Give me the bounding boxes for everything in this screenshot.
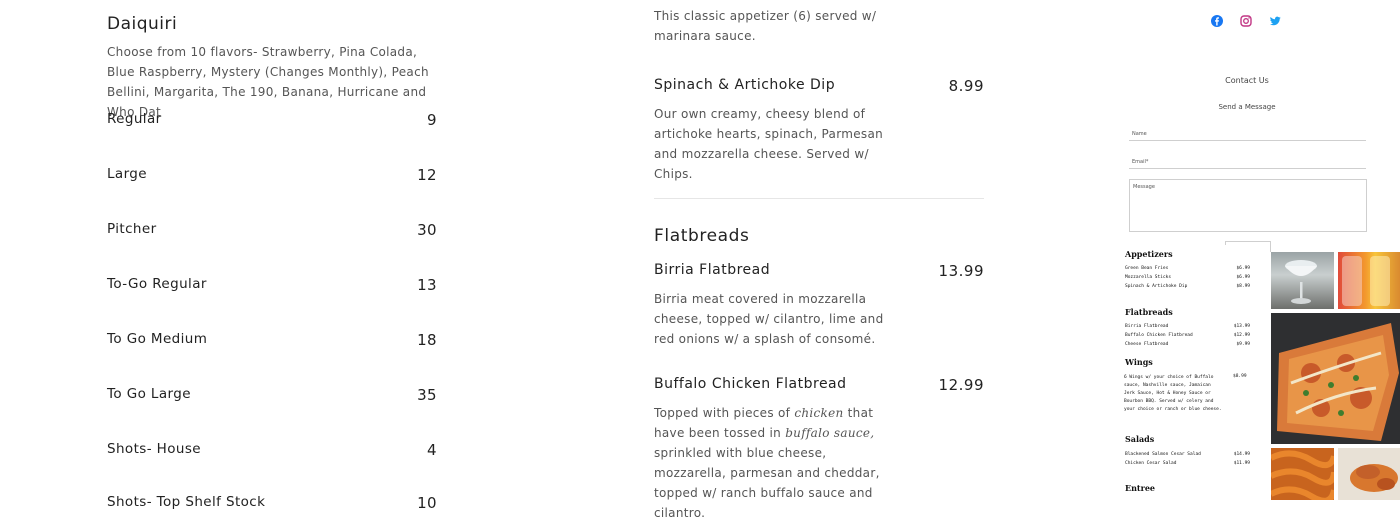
daiquiri-description: Choose from 10 flavors- Strawberry, Pina… bbox=[107, 45, 429, 119]
price-label: To Go Large bbox=[107, 386, 191, 402]
drink-glass-photo bbox=[1271, 252, 1334, 309]
send-message-title: Send a Message bbox=[1218, 103, 1276, 111]
price-label: Shots- Top Shelf Stock bbox=[107, 494, 266, 510]
menu-line: Green Bean Fries $6.99 bbox=[1125, 266, 1250, 271]
daiquiri-drinks-photo bbox=[1338, 252, 1400, 309]
price-value: 4 bbox=[427, 441, 437, 459]
menu-line: Spinach & Artichoke Dip $8.99 bbox=[1125, 284, 1250, 289]
price-value: 35 bbox=[417, 386, 437, 404]
item-name: Spinach & Artichoke Dip bbox=[654, 77, 836, 93]
menu-line-price: $8.99 bbox=[1236, 284, 1250, 289]
email-label: Email* bbox=[1132, 159, 1149, 165]
price-label: Shots- House bbox=[107, 441, 201, 457]
price-label: Large bbox=[107, 166, 147, 182]
item-name: Birria Flatbread bbox=[654, 262, 771, 278]
price-row: Shots- House 4 bbox=[107, 441, 437, 459]
daiquiri-section: Daiquiri Choose from 10 flavors- Strawbe… bbox=[107, 0, 437, 122]
desc-part: Topped with pieces of bbox=[654, 406, 795, 420]
menu-line-price: $12.99 bbox=[1233, 333, 1250, 338]
menu-heading: Entree bbox=[1125, 483, 1156, 493]
price-value: 13 bbox=[417, 276, 437, 294]
menu-line: Blackened Salmon Cesar Salad $14.99 bbox=[1125, 452, 1250, 457]
price-row: To-Go Regular 13 bbox=[107, 276, 437, 294]
section-divider bbox=[654, 198, 984, 199]
menu-line: Mozzarella Sticks $6.99 bbox=[1125, 275, 1250, 280]
price-row: Regular 9 bbox=[107, 111, 437, 129]
price-value: 10 bbox=[417, 494, 437, 512]
menu-line-name: Green Bean Fries bbox=[1125, 266, 1169, 271]
price-value: 12 bbox=[417, 166, 437, 184]
menu-line: Birria Flatbread $13.99 bbox=[1125, 324, 1250, 329]
menu-heading: Flatbreads bbox=[1125, 307, 1173, 317]
menu-line-price: $6.99 bbox=[1236, 275, 1250, 280]
fries-photo bbox=[1271, 448, 1334, 500]
menu-line: Cheese Flatbread $9.99 bbox=[1125, 342, 1250, 347]
menu-line-name: Spinach & Artichoke Dip bbox=[1125, 284, 1188, 289]
price-row: To Go Large 35 bbox=[107, 386, 437, 404]
item-price: 12.99 bbox=[938, 376, 984, 394]
price-row: To Go Medium 18 bbox=[107, 331, 437, 349]
social-links bbox=[1210, 13, 1282, 27]
menu-item-fragment: This classic appetizer (6) served w/ mar… bbox=[654, 6, 984, 46]
price-label: To Go Medium bbox=[107, 331, 208, 347]
menu-paragraph: 6 Wings w/ your choice of Buffalo sauce,… bbox=[1124, 375, 1222, 412]
menu-line-price: $8.99 bbox=[1233, 374, 1247, 379]
desc-part: sprinkled with blue cheese, mozzarella, … bbox=[654, 446, 880, 520]
menu-line-price: $6.99 bbox=[1236, 266, 1250, 271]
price-value: 30 bbox=[417, 221, 437, 239]
message-label: Message bbox=[1133, 184, 1155, 190]
menu-heading: Appetizers bbox=[1125, 249, 1173, 259]
name-label: Name bbox=[1132, 131, 1147, 137]
menu-line-name: Cheese Flatbread bbox=[1125, 342, 1169, 347]
menu-line: Chicken Cesar Salad $11.99 bbox=[1125, 461, 1250, 466]
message-field[interactable]: Message bbox=[1129, 179, 1367, 232]
price-row: Large 12 bbox=[107, 166, 437, 184]
flatbreads-heading: Flatbreads bbox=[654, 226, 750, 246]
price-label: Regular bbox=[107, 111, 162, 127]
menu-line-price: $11.99 bbox=[1233, 461, 1250, 466]
menu-line-price: $9.99 bbox=[1236, 342, 1250, 347]
desc-emphasis: buffalo sauce, bbox=[785, 426, 875, 440]
price-value: 9 bbox=[427, 111, 437, 129]
item-description: This classic appetizer (6) served w/ mar… bbox=[654, 9, 877, 43]
contact-title: Contact Us bbox=[1225, 76, 1269, 85]
item-price: 8.99 bbox=[948, 77, 984, 95]
price-row: Pitcher 30 bbox=[107, 221, 437, 239]
item-description: Birria meat covered in mozzarella cheese… bbox=[654, 292, 884, 346]
menu-item-spinach: Spinach & Artichoke Dip 8.99 Our own cre… bbox=[654, 77, 984, 184]
name-field[interactable] bbox=[1129, 140, 1366, 141]
item-description: Our own creamy, cheesy blend of artichok… bbox=[654, 107, 884, 181]
price-value: 18 bbox=[417, 331, 437, 349]
desc-emphasis: chicken bbox=[794, 406, 844, 420]
price-label: Pitcher bbox=[107, 221, 157, 237]
menu-heading: Wings bbox=[1125, 357, 1153, 367]
item-description: Topped with pieces of chicken that have … bbox=[654, 403, 894, 523]
menu-image: Appetizers Green Bean Fries $6.99 Mozzare… bbox=[1120, 245, 1270, 500]
item-name: Buffalo Chicken Flatbread bbox=[654, 376, 847, 392]
menu-line-name: Buffalo Chicken Flatbread bbox=[1125, 333, 1193, 338]
flatbread-photo bbox=[1271, 313, 1400, 444]
menu-heading: Salads bbox=[1125, 434, 1155, 444]
daiquiri-title: Daiquiri bbox=[107, 14, 178, 34]
menu-line-name: Chicken Cesar Salad bbox=[1125, 461, 1177, 466]
email-field[interactable] bbox=[1129, 168, 1366, 169]
price-row: Shots- Top Shelf Stock 10 bbox=[107, 494, 437, 512]
menu-line-price: $13.99 bbox=[1233, 324, 1250, 329]
facebook-icon[interactable] bbox=[1210, 13, 1224, 27]
menu-line-price: $14.99 bbox=[1233, 452, 1250, 457]
menu-item-birria: Birria Flatbread 13.99 Birria meat cover… bbox=[654, 262, 984, 349]
price-label: To-Go Regular bbox=[107, 276, 207, 292]
menu-line-name: Blackened Salmon Cesar Salad bbox=[1125, 452, 1201, 457]
wings-photo bbox=[1338, 448, 1400, 500]
menu-line-name: Birria Flatbread bbox=[1125, 324, 1169, 329]
instagram-icon[interactable] bbox=[1239, 13, 1253, 27]
item-price: 13.99 bbox=[938, 262, 984, 280]
menu-line: Buffalo Chicken Flatbread $12.99 bbox=[1125, 333, 1250, 338]
menu-item-buffalo: Buffalo Chicken Flatbread 12.99 Topped w… bbox=[654, 376, 984, 523]
menu-line-name: Mozzarella Sticks bbox=[1125, 275, 1172, 280]
twitter-icon[interactable] bbox=[1268, 13, 1282, 27]
